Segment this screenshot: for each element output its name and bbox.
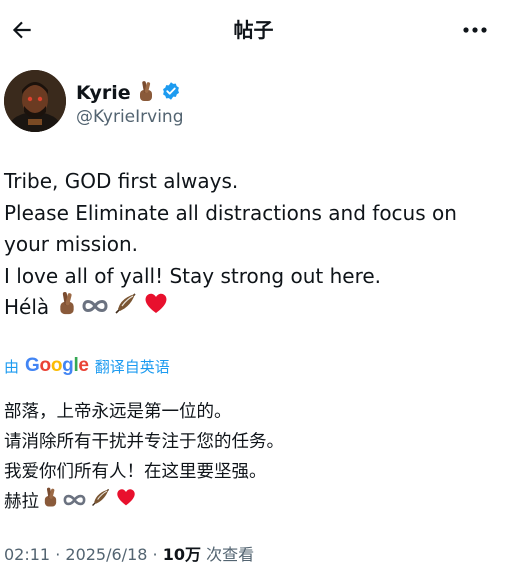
google-logo: Google — [25, 355, 89, 376]
meta-separator: · — [55, 545, 61, 564]
red-heart-emoji — [115, 487, 137, 517]
tweet-date[interactable]: 2025/6/18 — [65, 545, 147, 564]
crossed-fingers-emoji — [57, 290, 77, 326]
tweet-line: I love all of yall! Stay strong out here… — [4, 263, 382, 288]
top-bar: 帖子 — [0, 0, 507, 58]
tweet-line: your mission. — [4, 232, 139, 256]
view-count[interactable]: 10万 — [163, 545, 201, 564]
tweet-line-last: Hélà — [4, 290, 499, 326]
translated-line: 部落，上帝永远是第一位的。 — [4, 402, 232, 422]
translation-source-label: 翻译自英语 — [94, 357, 170, 376]
feather-emoji — [90, 486, 112, 518]
translated-line-last: 赫拉 — [4, 487, 499, 517]
crossed-fingers-emoji — [137, 80, 155, 106]
page-title: 帖子 — [233, 18, 274, 42]
tweet-text: Tribe, GOD first always. Please Eliminat… — [4, 166, 499, 324]
red-heart-emoji — [143, 291, 169, 325]
verified-badge-icon — [161, 81, 181, 105]
more-horizontal-icon — [463, 27, 487, 33]
translated-line: 我爱你们所有人！在这里要坚强。 — [4, 462, 267, 482]
avatar-image — [4, 70, 66, 132]
tweet-line-text: Hélà — [4, 295, 50, 319]
tweet-meta: 02:11 · 2025/6/18 · 10万 次查看 — [4, 541, 254, 565]
more-button[interactable] — [453, 12, 497, 48]
tweet-line: Please Eliminate all distractions and fo… — [4, 200, 457, 225]
tweet-line: Tribe, GOD first always. — [4, 169, 239, 193]
infinity-emoji — [62, 487, 87, 517]
feather-emoji — [113, 290, 139, 326]
meta-separator: · — [152, 545, 158, 564]
author-row: Kyrie @KyrieIrving — [4, 70, 424, 136]
user-handle[interactable]: @KyrieIrving — [76, 107, 184, 127]
display-name[interactable]: Kyrie — [76, 82, 131, 104]
view-label: 次查看 — [206, 545, 255, 564]
crossed-fingers-emoji — [42, 486, 59, 518]
translated-line: 请消除所有干扰并专注于您的任务。 — [4, 432, 284, 452]
name-row: Kyrie — [76, 80, 181, 106]
translation-prefix: 由 — [4, 357, 20, 376]
translation-label[interactable]: 由 Google 翻译自英语 — [4, 355, 170, 377]
avatar[interactable] — [4, 70, 66, 132]
infinity-emoji — [81, 292, 109, 324]
translated-line-text: 赫拉 — [4, 492, 39, 512]
translated-text: 部落，上帝永远是第一位的。 请消除所有干扰并专注于您的任务。 我爱你们所有人！在… — [4, 397, 499, 517]
tweet-time[interactable]: 02:11 — [4, 545, 50, 564]
